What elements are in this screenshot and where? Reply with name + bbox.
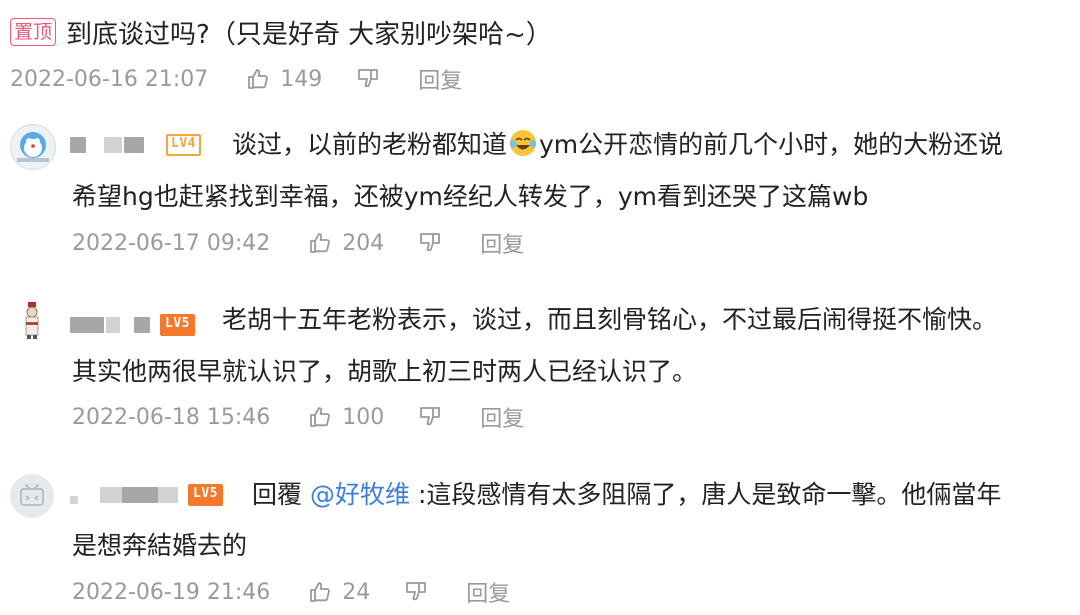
comment-text-line: 谈过，以前的老粉都知道 ym公开恋情的前几个小时，她的大粉还说 <box>232 125 1003 165</box>
comment-date: 2022-06-19 21:46 <box>72 579 271 605</box>
comment-meta: 2022-06-18 15:46 100 回复 <box>72 400 524 434</box>
username-blur <box>70 496 78 504</box>
reply-button[interactable]: 回复 <box>480 227 524 259</box>
comment-text: 谈过，以前的老粉都知道 <box>232 130 508 159</box>
like-button[interactable]: 149 <box>246 67 322 92</box>
username-blur <box>134 317 150 333</box>
thumbs-up-icon <box>310 407 331 427</box>
pinned-text: 到底谈过吗?（只是好奇 大家别吵架哈~） <box>66 19 552 50</box>
like-button[interactable]: 100 <box>308 405 384 430</box>
username-blur <box>158 487 178 503</box>
thumbs-up-icon <box>310 233 331 253</box>
reply-prefix: 回覆 <box>252 480 303 509</box>
reply-button[interactable]: 回复 <box>480 401 524 433</box>
comment-meta: 2022-06-17 09:42 204 回复 <box>72 226 524 260</box>
pinned-title-row: 置顶 到底谈过吗?（只是好奇 大家别吵架哈~） <box>10 12 552 52</box>
dislike-button[interactable] <box>404 580 428 604</box>
comment-date: 2022-06-16 21:07 <box>10 66 209 92</box>
reply-button[interactable]: 回复 <box>466 576 510 608</box>
level-badge: LV4 <box>166 134 201 156</box>
comment-meta: 2022-06-19 21:46 24 回复 <box>72 575 510 609</box>
username-blur <box>100 487 122 503</box>
thumbs-up-icon <box>310 582 331 602</box>
avatar-image-icon <box>25 302 39 339</box>
avatar-image-icon <box>17 132 49 162</box>
avatar[interactable] <box>10 474 54 518</box>
thumbs-down-icon <box>358 69 379 88</box>
level-badge: LV5 <box>160 314 195 336</box>
level-badge: LV5 <box>188 484 223 506</box>
username-blur <box>104 137 122 153</box>
dislike-button[interactable] <box>418 405 442 429</box>
username[interactable]: LV4 <box>70 130 201 160</box>
reply-button[interactable]: 回复 <box>418 63 462 95</box>
comment-date: 2022-06-18 15:46 <box>72 404 271 430</box>
like-count: 149 <box>280 66 323 92</box>
username-blur <box>70 137 86 153</box>
mention-link[interactable]: @好牧维 <box>310 480 410 509</box>
comment-text: :這段感情有太多阻隔了，唐人是致命一擊。他倆當年 <box>417 480 1002 509</box>
username[interactable]: LV5 <box>70 480 223 510</box>
comment-text-line: 回覆 @好牧维 :這段感情有太多阻隔了，唐人是致命一擊。他倆當年 <box>252 475 1001 515</box>
avatar[interactable] <box>10 124 56 170</box>
like-count: 24 <box>342 579 371 605</box>
username-blur <box>122 487 158 503</box>
pinned-meta: 2022-06-16 21:07 149 回复 <box>10 62 462 96</box>
thumbs-up-icon <box>248 69 269 89</box>
username-blur <box>70 317 104 333</box>
like-count: 204 <box>342 230 385 256</box>
avatar[interactable] <box>10 298 54 342</box>
username-blur <box>124 137 144 153</box>
comment-text-line: 老胡十五年老粉表示，谈过，而且刻骨铭心，不过最后闹得挺不愉快。 <box>222 305 998 334</box>
comment-date: 2022-06-17 09:42 <box>72 230 271 256</box>
thumbs-down-icon <box>406 582 427 601</box>
thumbs-down-icon <box>420 407 441 426</box>
username-blur <box>106 317 120 333</box>
comment-text-line: 是想奔結婚去的 <box>72 531 248 560</box>
dislike-button[interactable] <box>418 231 442 255</box>
comment-text-line: 希望hg也赶紧找到幸福，还被ym经纪人转发了，ym看到还哭了这篇wb <box>72 182 869 211</box>
pinned-tag: 置顶 <box>10 18 57 46</box>
laughing-crying-emoji-icon <box>510 130 537 156</box>
thumbs-down-icon <box>420 233 441 252</box>
like-button[interactable]: 24 <box>308 580 370 605</box>
username[interactable]: LV5 <box>70 310 195 340</box>
dislike-button[interactable] <box>356 67 380 91</box>
like-count: 100 <box>342 404 385 430</box>
default-avatar-icon <box>20 484 44 506</box>
comment-text: ym公开恋情的前几个小时，她的大粉还说 <box>539 130 1004 159</box>
comment-text-line: 其实他两很早就认识了，胡歌上初三时两人已经认识了。 <box>72 357 698 386</box>
like-button[interactable]: 204 <box>308 231 384 256</box>
